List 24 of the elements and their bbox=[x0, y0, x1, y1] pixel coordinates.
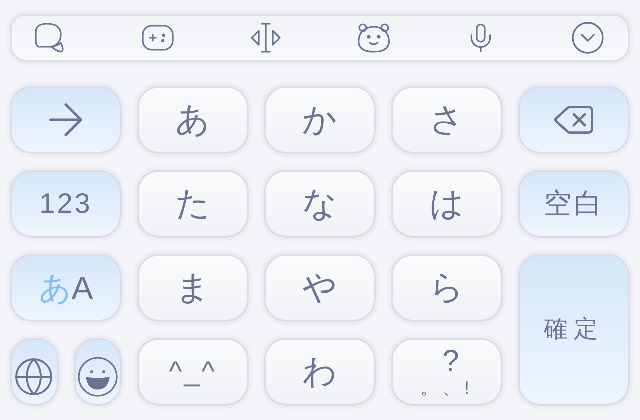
key[interactable]: ^_^ bbox=[137, 338, 249, 406]
key[interactable]: ら bbox=[391, 254, 503, 322]
collapse-icon[interactable] bbox=[570, 20, 606, 56]
key[interactable]: わ bbox=[264, 338, 376, 406]
gamepad-icon[interactable] bbox=[140, 23, 175, 53]
key[interactable]: 空白 bbox=[518, 170, 630, 238]
key[interactable]: や bbox=[264, 254, 376, 322]
smiley-icon bbox=[76, 356, 119, 398]
next-key[interactable] bbox=[10, 86, 122, 154]
backspace-key[interactable] bbox=[518, 86, 630, 154]
key[interactable]: 123 bbox=[10, 170, 122, 238]
confirm-key[interactable]: 確定 bbox=[518, 254, 630, 406]
punctuation-key[interactable]: ? 。、! bbox=[391, 338, 503, 406]
key[interactable]: ま bbox=[137, 254, 249, 322]
key[interactable]: さ bbox=[391, 86, 503, 154]
key[interactable]: た bbox=[137, 170, 249, 238]
bear-face-icon[interactable] bbox=[356, 22, 392, 54]
input-mode-key[interactable]: あA bbox=[10, 254, 122, 322]
key[interactable]: か bbox=[264, 86, 376, 154]
key[interactable]: な bbox=[264, 170, 376, 238]
key[interactable]: は bbox=[391, 170, 503, 238]
globe-icon bbox=[13, 356, 56, 398]
key[interactable]: あ bbox=[137, 86, 249, 154]
emoji-key[interactable] bbox=[74, 338, 122, 406]
